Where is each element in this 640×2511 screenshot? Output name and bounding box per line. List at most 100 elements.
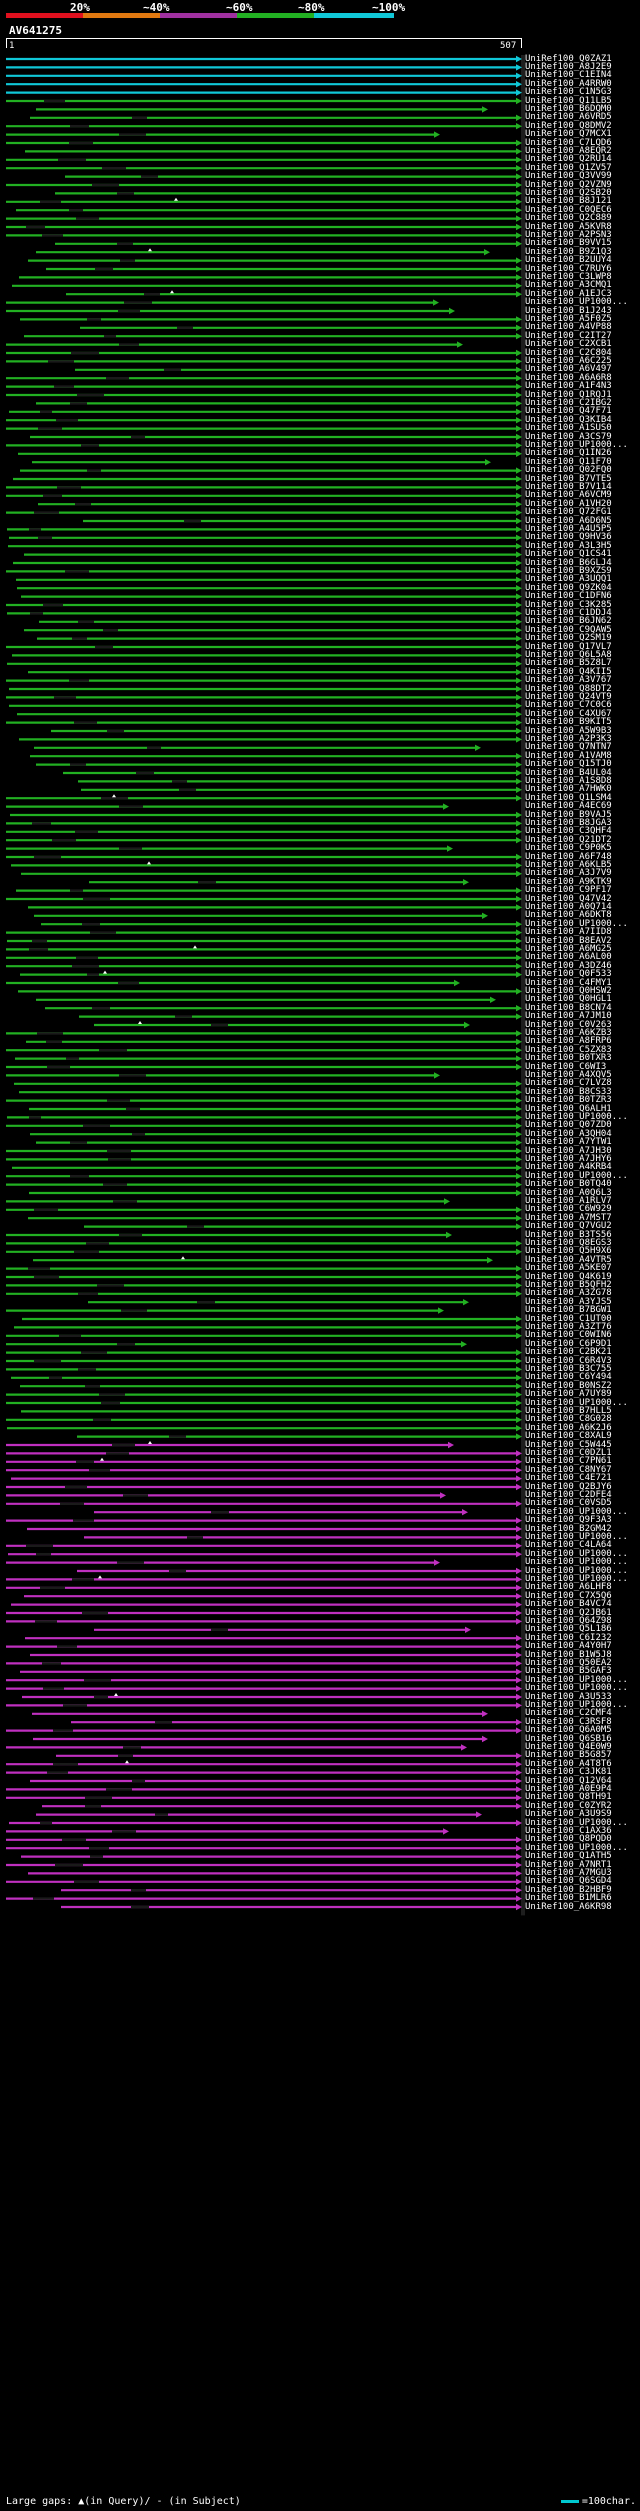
alignment-arrow-icon bbox=[516, 585, 522, 592]
alignment-arrow-icon bbox=[516, 156, 522, 163]
alignment-arrow-icon bbox=[516, 1693, 522, 1701]
alignment-arrow-icon bbox=[516, 1147, 522, 1155]
alignment-arrow-icon bbox=[440, 1492, 446, 1499]
alignment-arrow-icon bbox=[516, 240, 522, 247]
gaps-legend: Large gaps: ▲(in Query)/ - (in Subject) bbox=[6, 2496, 241, 2507]
alignment-arrow-icon bbox=[516, 971, 522, 978]
alignment-arrow-icon bbox=[484, 249, 490, 256]
alignment-arrow-icon bbox=[516, 1005, 522, 1012]
alignment-arrow-icon bbox=[516, 1458, 522, 1465]
alignment-arrow-icon bbox=[461, 1341, 467, 1348]
alignment-arrow-icon bbox=[433, 299, 439, 306]
alignment-arrow-icon bbox=[516, 1215, 522, 1222]
alignment-arrow-icon bbox=[516, 425, 522, 432]
alignment-arrow-icon bbox=[516, 677, 522, 684]
alignment-arrow-icon bbox=[516, 1660, 522, 1667]
alignment-arrow-icon bbox=[516, 1584, 522, 1591]
alignment-arrow-icon bbox=[516, 1063, 522, 1071]
alignment-arrow-icon bbox=[516, 1467, 522, 1474]
alignment-arrow-icon bbox=[516, 660, 522, 667]
alignment-arrow-icon bbox=[516, 1055, 522, 1062]
alignment-arrow-icon bbox=[516, 811, 522, 819]
alignment-arrow-icon bbox=[516, 719, 522, 726]
hit-label[interactable]: UniRef100_A6KR98 bbox=[525, 1902, 612, 1912]
alignment-arrow-icon bbox=[516, 576, 522, 583]
alignment-arrow-icon bbox=[516, 1593, 522, 1600]
alignment-arrow-icon bbox=[463, 879, 469, 886]
alignment-arrow-icon bbox=[516, 1525, 522, 1533]
alignment-arrow-icon bbox=[516, 1450, 522, 1457]
alignment-arrow-icon bbox=[516, 1794, 522, 1801]
alignment-arrow-icon bbox=[516, 694, 522, 701]
alignment-arrow-icon bbox=[516, 643, 522, 651]
scale-legend: =100char. bbox=[560, 2496, 636, 2507]
alignment-arrow-icon bbox=[447, 845, 453, 852]
alignment-arrow-icon bbox=[516, 669, 522, 676]
alignment-arrow-icon bbox=[516, 870, 522, 877]
alignment-arrow-icon bbox=[516, 761, 522, 768]
alignment-arrow-icon bbox=[516, 1290, 522, 1297]
query-gap-marker-icon bbox=[114, 1693, 118, 1696]
query-gap-marker-icon bbox=[170, 290, 174, 294]
scale-legend-text: =100char. bbox=[581, 2496, 636, 2507]
alignment-arrow-icon bbox=[516, 148, 522, 155]
alignment-arrow-icon bbox=[516, 383, 522, 390]
alignment-arrow-icon bbox=[516, 1425, 522, 1432]
query-gap-marker-icon bbox=[100, 1457, 104, 1461]
alignment-arrow-icon bbox=[516, 1752, 522, 1759]
alignment-arrow-icon bbox=[516, 1668, 522, 1675]
alignment-arrow-icon bbox=[516, 1819, 522, 1827]
alignment-arrow-icon bbox=[516, 1105, 522, 1113]
alignment-arrow-icon bbox=[516, 1853, 522, 1860]
alignment-arrow-icon bbox=[516, 1374, 522, 1381]
alignment-arrow-icon bbox=[516, 1114, 522, 1121]
alignment-arrow-icon bbox=[516, 1643, 522, 1650]
alignment-arrow-icon bbox=[482, 1710, 488, 1717]
alignment-arrow-icon bbox=[490, 996, 496, 1003]
scale-swatch-icon bbox=[560, 2499, 579, 2503]
alignment-arrow-icon bbox=[516, 1651, 522, 1659]
alignment-arrow-icon bbox=[516, 282, 522, 289]
alignment-arrow-icon bbox=[516, 1408, 522, 1415]
alignment-arrow-icon bbox=[482, 1735, 488, 1743]
alignment-arrow-icon bbox=[516, 1895, 522, 1902]
alignment-arrow-icon bbox=[516, 1366, 522, 1373]
alignment-arrow-icon bbox=[516, 349, 522, 357]
alignment-arrow-icon bbox=[485, 459, 491, 466]
alignment-arrow-icon bbox=[465, 1626, 471, 1633]
alignment-arrow-icon bbox=[464, 1021, 470, 1029]
alignment-arrow-icon bbox=[448, 1441, 454, 1449]
query-gap-marker-icon bbox=[148, 248, 152, 252]
alignment-arrow-icon bbox=[516, 1080, 522, 1087]
alignment-arrow-icon bbox=[516, 1097, 522, 1104]
alignment-arrow-icon bbox=[516, 81, 522, 88]
alignment-arrow-icon bbox=[516, 400, 522, 407]
alignment-arrow-icon bbox=[516, 1887, 522, 1894]
alignment-arrow-icon bbox=[516, 501, 522, 508]
alignment-arrow-icon bbox=[516, 1727, 522, 1734]
alignment-arrow-icon bbox=[516, 1903, 522, 1911]
alignment-arrow-icon bbox=[516, 433, 522, 441]
alignment-arrow-icon bbox=[516, 316, 522, 323]
alignment-arrow-icon bbox=[516, 1391, 522, 1398]
alignment-arrow-icon bbox=[516, 1315, 522, 1323]
alignment-arrow-icon bbox=[516, 543, 522, 550]
alignment-arrow-icon bbox=[516, 1248, 522, 1255]
alignment-arrow-icon bbox=[516, 1861, 522, 1869]
alignment-arrow-icon bbox=[516, 702, 522, 709]
alignment-arrow-icon bbox=[516, 568, 522, 575]
alignment-arrow-icon bbox=[516, 450, 522, 457]
alignment-arrow-icon bbox=[516, 366, 522, 373]
alignment-arrow-icon bbox=[516, 988, 522, 995]
alignment-arrow-icon bbox=[516, 635, 522, 642]
alignment-arrow-icon bbox=[516, 837, 522, 844]
alignment-arrow-icon bbox=[444, 1198, 450, 1205]
alignment-arrow-icon bbox=[516, 1265, 522, 1272]
alignment-arrow-icon bbox=[516, 946, 522, 953]
alignment-arrow-icon bbox=[516, 1173, 522, 1180]
alignment-arrow-icon bbox=[516, 232, 522, 239]
alignment-arrow-icon bbox=[516, 1223, 522, 1230]
alignment-arrow-icon bbox=[516, 64, 522, 71]
alignment-arrow-icon bbox=[516, 408, 522, 415]
alignment-arrow-icon bbox=[516, 526, 522, 533]
